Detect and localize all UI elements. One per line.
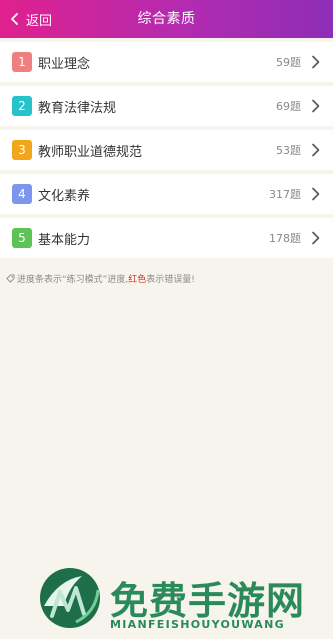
chevron-right-icon — [312, 143, 320, 157]
tag-icon — [6, 274, 15, 283]
watermark-logo-icon — [40, 568, 100, 628]
item-count: 59题 — [276, 56, 301, 69]
item-count: 53题 — [276, 144, 301, 157]
note-text-suffix: 表示错误量! — [146, 275, 195, 285]
item-label: 教育法律法规 — [38, 100, 117, 116]
list-item[interactable]: 5 基本能力 178题 — [0, 218, 333, 258]
note-text-highlight: 红色 — [128, 275, 147, 285]
page-title: 综合素质 — [137, 11, 196, 27]
note-text-prefix: 进度条表示“练习模式”进度, — [17, 275, 129, 285]
item-label: 职业理念 — [38, 56, 91, 72]
chevron-right-icon — [312, 231, 320, 245]
item-index-badge: 5 — [12, 228, 32, 248]
item-count: 69题 — [276, 100, 301, 113]
item-index-badge: 2 — [12, 96, 32, 116]
item-label: 文化素养 — [38, 188, 91, 204]
chevron-right-icon — [312, 187, 320, 201]
list-item[interactable]: 4 文化素养 317题 — [0, 174, 333, 214]
watermark-title: 免费手游网 — [110, 579, 306, 623]
item-index-badge: 3 — [12, 140, 32, 160]
watermark: 免费手游网 MIANFEISHOUYOUWANG — [38, 566, 304, 636]
category-list: 1 职业理念 59题 2 教育法律法规 69题 3 教师职业道德规范 53题 4… — [0, 42, 333, 262]
item-index-badge: 4 — [12, 184, 32, 204]
list-item[interactable]: 3 教师职业道德规范 53题 — [0, 130, 333, 170]
list-item[interactable]: 1 职业理念 59题 — [0, 42, 333, 82]
item-index-badge: 1 — [12, 52, 32, 72]
header-bar: 返回 综合素质 — [0, 0, 333, 38]
item-count: 317题 — [269, 188, 301, 201]
list-item[interactable]: 2 教育法律法规 69题 — [0, 86, 333, 126]
watermark-subtitle: MIANFEISHOUYOUWANG — [110, 618, 285, 631]
item-label: 教师职业道德规范 — [38, 144, 143, 160]
progress-note: 进度条表示“练习模式”进度, 红色 表示错误量! — [6, 272, 195, 285]
chevron-right-icon — [312, 99, 320, 113]
chevron-right-icon — [312, 55, 320, 69]
item-label: 基本能力 — [38, 232, 91, 248]
item-count: 178题 — [269, 232, 301, 245]
